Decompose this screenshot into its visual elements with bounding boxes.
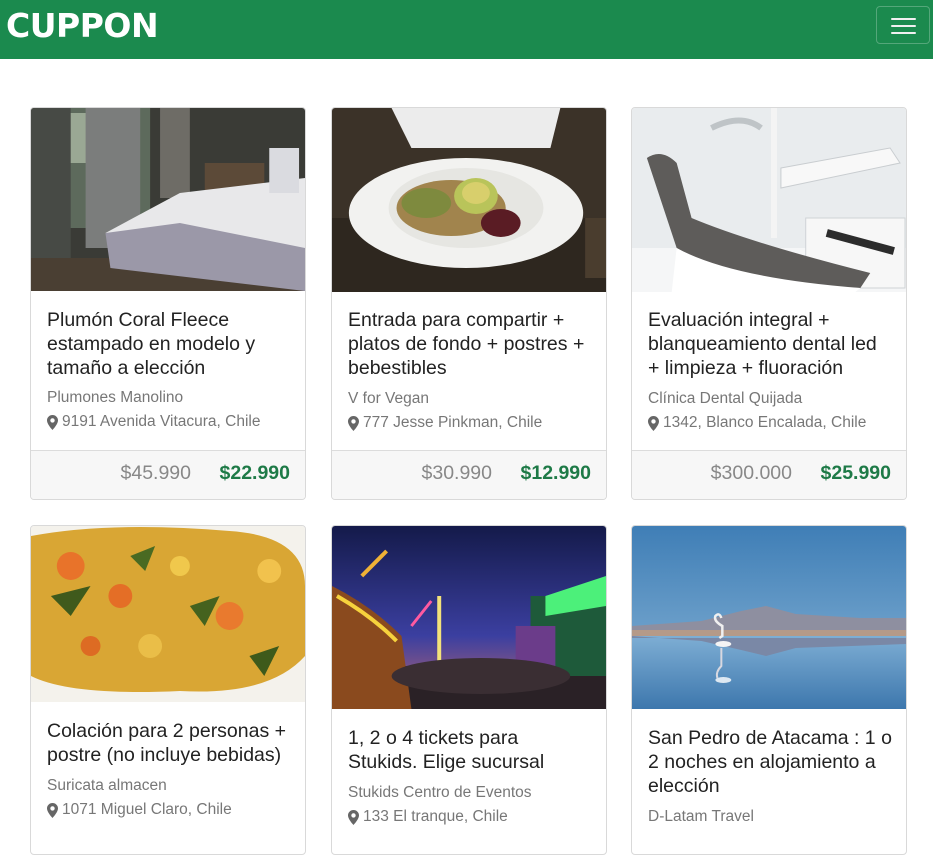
navbar: CUPPON xyxy=(0,0,933,59)
hamburger-menu-icon-bar xyxy=(891,32,916,34)
price-footer: $45.990 $22.990 xyxy=(31,450,305,499)
vendor-name: Plumones Manolino xyxy=(47,389,184,406)
address-text: 777 Jesse Pinkman, Chile xyxy=(363,414,543,431)
deal-title[interactable]: Colación para 2 personas + postre (no in… xyxy=(47,719,291,767)
deal-card[interactable]: Entrada para compartir + platos de fondo… xyxy=(331,107,607,500)
deal-title[interactable]: 1, 2 o 4 tickets para Stukids. Elige suc… xyxy=(348,726,592,774)
deal-address: 133 El tranque, Chile xyxy=(348,807,508,827)
bedroom-photo[interactable] xyxy=(31,108,305,291)
map-marker-icon xyxy=(47,802,58,818)
new-price: $25.990 xyxy=(820,462,892,484)
deal-title[interactable]: Evaluación integral + blanqueamiento den… xyxy=(648,308,892,380)
deal-title[interactable]: Plumón Coral Fleece estampado en modelo … xyxy=(47,308,291,380)
dental-chair-photo[interactable] xyxy=(632,108,906,292)
deal-card[interactable]: Colación para 2 personas + postre (no in… xyxy=(30,525,306,855)
address-text: 1342, Blanco Encalada, Chile xyxy=(663,414,867,431)
menu-toggle-button[interactable] xyxy=(876,6,930,44)
vendor-name: V for Vegan xyxy=(348,390,430,407)
deal-address: 777 Jesse Pinkman, Chile xyxy=(348,413,542,433)
map-marker-icon xyxy=(348,415,359,431)
food-dish-photo[interactable] xyxy=(31,526,305,702)
new-price: $22.990 xyxy=(219,462,291,484)
deal-card[interactable]: Evaluación integral + blanqueamiento den… xyxy=(631,107,907,500)
address-text: 133 El tranque, Chile xyxy=(363,808,508,825)
deal-address: 9191 Avenida Vitacura, Chile xyxy=(47,412,261,432)
address-text: 1071 Miguel Claro, Chile xyxy=(62,801,232,818)
amusement-park-photo[interactable] xyxy=(332,526,606,709)
new-price: $12.990 xyxy=(520,462,592,484)
deal-title[interactable]: Entrada para compartir + platos de fondo… xyxy=(348,308,592,380)
address-text: 9191 Avenida Vitacura, Chile xyxy=(62,413,261,430)
price-footer: $300.000 $25.990 xyxy=(632,450,906,499)
old-price: $30.990 xyxy=(421,462,493,484)
vendor-name: Suricata almacen xyxy=(47,777,167,794)
brand-logo[interactable]: CUPPON xyxy=(6,6,159,46)
deal-address: 1342, Blanco Encalada, Chile xyxy=(648,413,866,433)
old-price: $300.000 xyxy=(710,462,792,484)
hamburger-menu-icon-bar xyxy=(891,25,916,27)
deal-card[interactable]: 1, 2 o 4 tickets para Stukids. Elige suc… xyxy=(331,525,607,855)
map-marker-icon xyxy=(348,809,359,825)
price-footer: $30.990 $12.990 xyxy=(332,450,606,499)
vendor-name: D-Latam Travel xyxy=(648,808,754,825)
deal-card[interactable]: San Pedro de Atacama : 1 o 2 noches en a… xyxy=(631,525,907,855)
vendor-name: Stukids Centro de Eventos xyxy=(348,784,532,801)
map-marker-icon xyxy=(47,414,58,430)
salad-plate-photo[interactable] xyxy=(332,108,606,292)
vendor-name: Clínica Dental Quijada xyxy=(648,390,803,407)
old-price: $45.990 xyxy=(120,462,192,484)
deal-address: 1071 Miguel Claro, Chile xyxy=(47,800,232,820)
deal-card[interactable]: Plumón Coral Fleece estampado en modelo … xyxy=(30,107,306,500)
deal-title[interactable]: San Pedro de Atacama : 1 o 2 noches en a… xyxy=(648,726,892,798)
hamburger-menu-icon xyxy=(891,18,916,20)
flamingo-lake-photo[interactable] xyxy=(632,526,906,709)
map-marker-icon xyxy=(648,415,659,431)
